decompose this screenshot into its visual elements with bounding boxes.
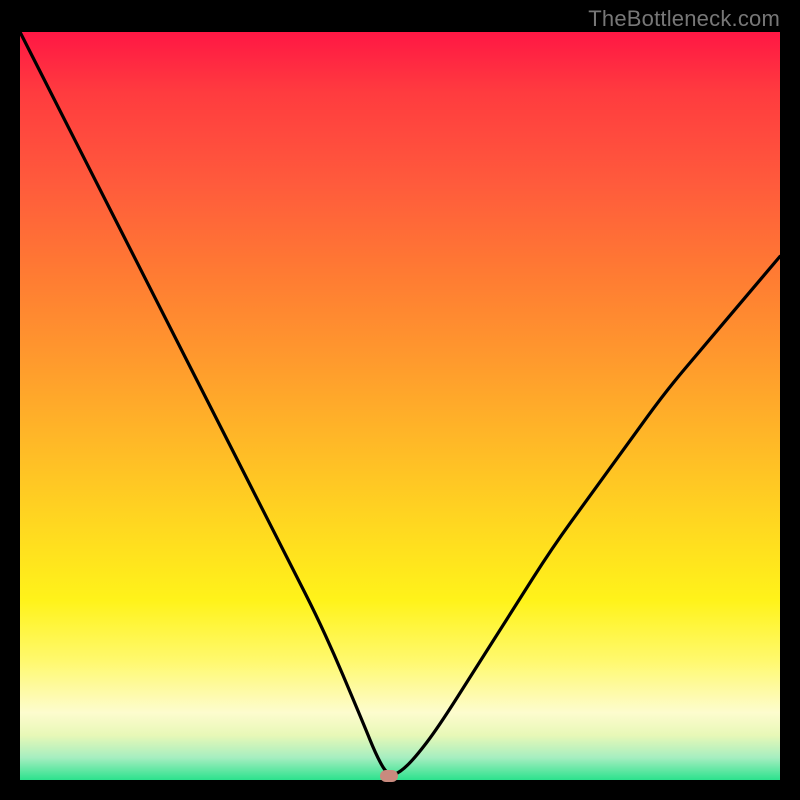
min-marker — [380, 770, 398, 782]
curve-path — [20, 32, 780, 775]
chart-frame: TheBottleneck.com — [0, 0, 800, 800]
plot-area — [20, 32, 780, 780]
curve-svg — [20, 32, 780, 780]
watermark-text: TheBottleneck.com — [588, 6, 780, 32]
